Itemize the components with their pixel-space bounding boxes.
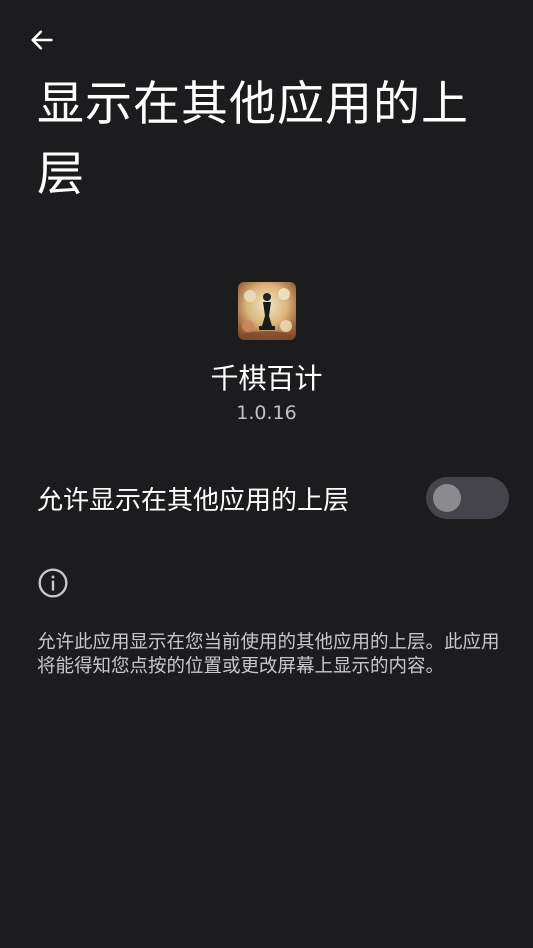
toggle-thumb: [433, 484, 461, 512]
overlay-permission-screen: 显示在其他应用的上层 千棋百计 1.0.16 允许显示在其他应用的上层 允许此应…: [0, 0, 533, 948]
allow-overlay-toggle[interactable]: [426, 477, 509, 519]
page-title: 显示在其他应用的上层: [37, 77, 469, 202]
chess-app-icon: [237, 282, 296, 340]
arrow-left-icon: [28, 26, 56, 58]
app-version: 1.0.16: [236, 402, 297, 424]
setting-label: 允许显示在其他应用的上层: [37, 485, 350, 516]
allow-overlay-setting[interactable]: 允许显示在其他应用的上层: [37, 470, 509, 526]
back-button[interactable]: [22, 24, 62, 60]
app-name: 千棋百计: [210, 362, 323, 395]
app-header: 千棋百计 1.0.16: [0, 282, 533, 426]
info-icon: [37, 567, 69, 599]
permission-description: 允许此应用显示在您当前使用的其他应用的上层。此应用将能得知您点按的位置或更改屏幕…: [37, 632, 500, 677]
